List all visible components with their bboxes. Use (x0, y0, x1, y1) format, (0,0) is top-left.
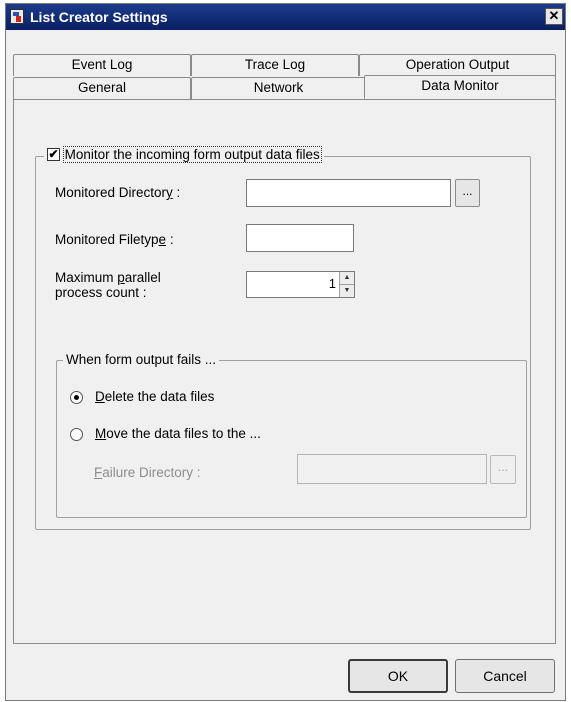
tab-trace-log[interactable]: Trace Log (191, 54, 359, 76)
arrow-up-icon: ▲ (343, 274, 351, 281)
monitored-filetype-label: Monitored Filetype : (55, 232, 174, 247)
move-files-radio[interactable] (70, 428, 83, 441)
monitored-directory-input[interactable] (246, 179, 451, 207)
settings-dialog: List Creator Settings ✕ Event Log Trace … (5, 3, 566, 701)
delete-files-radio[interactable] (70, 391, 83, 404)
window-title: List Creator Settings (30, 9, 168, 25)
tab-data-monitor[interactable]: Data Monitor (364, 75, 556, 99)
parallel-count-spinner[interactable]: 1 ▲ ▼ (246, 271, 355, 298)
ellipsis-icon: ... (497, 460, 508, 474)
parallel-count-label: Maximum parallel process count : (55, 270, 161, 300)
move-files-label[interactable]: Move the data files to the ... (95, 426, 261, 442)
failure-directory-label: Failure Directory : (94, 465, 201, 480)
delete-files-label[interactable]: Delete the data files (95, 389, 214, 405)
app-icon (10, 9, 24, 24)
monitor-checkbox[interactable]: ✔ (47, 147, 60, 162)
failure-group: When form output fails ... Delete the da… (56, 352, 527, 518)
browse-directory-button[interactable]: ... (455, 179, 480, 207)
data-monitor-panel: ✔ Monitor the incoming form output data … (13, 99, 556, 644)
spinner-arrows: ▲ ▼ (339, 272, 354, 297)
tab-network[interactable]: Network (191, 77, 366, 99)
arrow-down-icon: ▼ (343, 286, 351, 294)
monitor-checkbox-row[interactable]: ✔ Monitor the incoming form output data … (44, 146, 324, 163)
monitored-directory-label: Monitored Directory : (55, 185, 181, 200)
check-icon: ✔ (48, 147, 59, 162)
ellipsis-icon: ... (462, 184, 473, 198)
monitored-filetype-input[interactable] (246, 224, 354, 252)
tab-general[interactable]: General (13, 77, 191, 99)
monitor-checkbox-label: Monitor the incoming form output data fi… (62, 146, 322, 163)
parallel-count-value[interactable]: 1 (329, 276, 336, 291)
cancel-button[interactable]: Cancel (455, 659, 555, 693)
tab-operation-output[interactable]: Operation Output (359, 54, 556, 76)
spin-up-button[interactable]: ▲ (340, 272, 354, 285)
close-button[interactable]: ✕ (545, 8, 563, 25)
browse-failure-directory-button[interactable]: ... (490, 455, 516, 484)
tab-event-log[interactable]: Event Log (13, 54, 191, 76)
title-bar[interactable]: List Creator Settings ✕ (6, 4, 565, 30)
failure-directory-input[interactable] (297, 454, 487, 484)
failure-group-label: When form output fails ... (63, 352, 220, 367)
ok-button[interactable]: OK (348, 659, 448, 693)
close-icon: ✕ (548, 8, 560, 23)
monitor-group: ✔ Monitor the incoming form output data … (35, 146, 531, 530)
spin-down-button[interactable]: ▼ (340, 284, 354, 297)
